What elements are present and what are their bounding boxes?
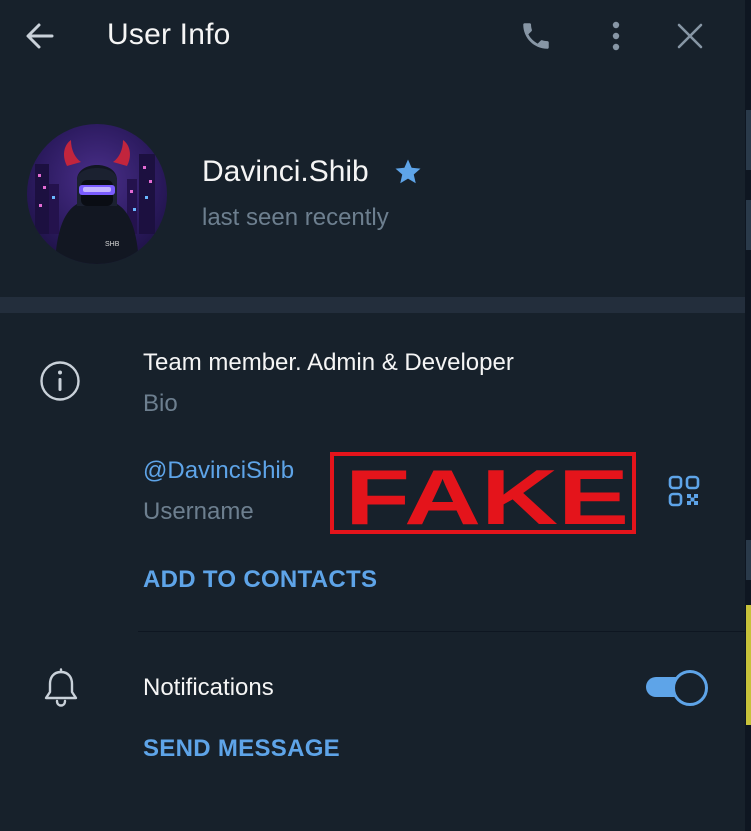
add-to-contacts-button[interactable]: ADD TO CONTACTS [143, 566, 377, 594]
notifications-toggle[interactable] [646, 670, 708, 706]
avatar-chest-text: SHB [105, 241, 120, 248]
section-divider [0, 297, 745, 313]
edge-fragment [746, 540, 751, 580]
close-icon [677, 23, 703, 49]
user-name: Davinci.Shib [202, 155, 369, 188]
edge-fragment [746, 110, 751, 170]
avatar[interactable]: SHB [27, 124, 167, 264]
notifications-label: Notifications [143, 674, 274, 701]
back-arrow-icon [26, 23, 54, 49]
bio-label: Bio [143, 390, 178, 417]
user-info-panel: User Info SHB Davinci.Shib last seen rec… [0, 0, 745, 831]
toggle-knob [672, 670, 708, 706]
row-separator [138, 631, 745, 632]
fake-stamp-text: FAKE [345, 460, 629, 534]
edge-fragment [746, 605, 751, 725]
more-options-button[interactable] [594, 14, 638, 58]
qr-code-icon [668, 475, 700, 507]
info-icon [38, 359, 82, 408]
username-label: Username [143, 498, 254, 525]
fake-stamp: FAKE [330, 452, 636, 534]
phone-icon [523, 23, 549, 49]
username-link[interactable]: @DavinciShib [143, 457, 294, 485]
header: User Info [0, 0, 745, 76]
star-icon [393, 157, 423, 192]
edge-fragment [746, 200, 751, 250]
window-edge [745, 0, 751, 831]
page-title: User Info [107, 18, 231, 51]
send-message-button[interactable]: SEND MESSAGE [143, 735, 340, 763]
last-seen-status: last seen recently [202, 204, 389, 231]
more-vertical-icon [612, 21, 620, 51]
bio-text: Team member. Admin & Developer [143, 349, 514, 376]
call-button[interactable] [514, 14, 558, 58]
qr-code-button[interactable] [663, 470, 705, 512]
back-button[interactable] [18, 14, 62, 58]
bell-icon [42, 668, 80, 713]
avatar-image: SHB [35, 140, 155, 264]
close-button[interactable] [668, 14, 712, 58]
